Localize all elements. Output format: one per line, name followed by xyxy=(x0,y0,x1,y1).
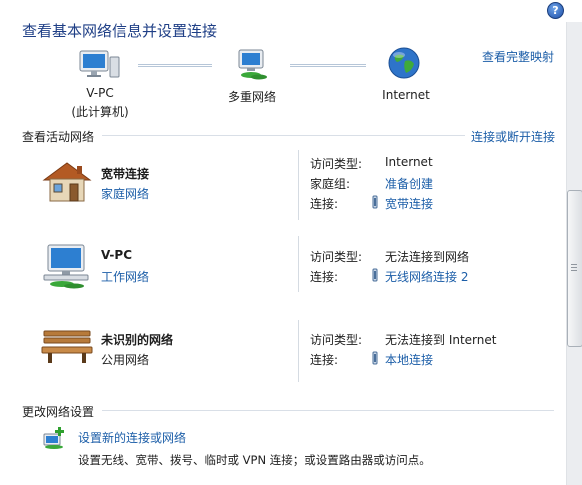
section-divider xyxy=(102,410,554,411)
connection-signal-icon xyxy=(370,268,380,285)
connection-link[interactable]: 宽带连接 xyxy=(385,195,433,212)
help-icon[interactable]: ? xyxy=(547,2,564,19)
homegroup-link[interactable]: 准备创建 xyxy=(385,175,433,192)
see-full-map-link[interactable]: 查看完整映射 xyxy=(482,48,554,65)
network-type-link[interactable]: 工作网络 xyxy=(101,268,149,285)
connection-signal-icon xyxy=(370,351,380,368)
network-type-label: 公用网络 xyxy=(101,353,150,367)
work-network-icon xyxy=(40,243,94,289)
access-type-value: 无法连接到 Internet xyxy=(385,333,497,347)
multiple-networks-icon[interactable] xyxy=(233,47,273,81)
connection-label: 连接: xyxy=(310,353,339,367)
connection-label: 连接: xyxy=(310,197,339,211)
section-divider xyxy=(102,135,465,136)
network-name: 宽带连接 xyxy=(101,167,150,181)
scrollbar-thumb[interactable] xyxy=(567,190,582,347)
connect-disconnect-link[interactable]: 连接或断开连接 xyxy=(471,128,555,145)
change-settings-header: 更改网络设置 xyxy=(22,405,95,419)
column-separator xyxy=(298,320,299,382)
map-internet-label: Internet xyxy=(382,88,430,102)
scrollbar-grip xyxy=(571,270,577,271)
globe-icon[interactable] xyxy=(387,46,421,80)
homegroup-label: 家庭组: xyxy=(310,177,351,191)
active-networks-header: 查看活动网络 xyxy=(22,130,95,144)
scrollbar-grip xyxy=(571,267,577,268)
access-type-label: 访问类型: xyxy=(310,157,363,171)
map-connector-2 xyxy=(290,64,366,67)
park-bench-icon xyxy=(40,325,94,365)
access-type-label: 访问类型: xyxy=(310,250,363,264)
access-type-value: 无法连接到网络 xyxy=(385,250,470,264)
network-name: 未识别的网络 xyxy=(101,333,174,347)
column-separator xyxy=(298,236,299,292)
connection-link[interactable]: 本地连接 xyxy=(385,351,433,368)
computer-icon xyxy=(78,47,122,81)
scrollbar-grip xyxy=(571,264,577,265)
house-icon xyxy=(40,160,94,204)
connection-link[interactable]: 无线网络连接 2 xyxy=(385,268,468,285)
setup-new-connection-description: 设置无线、宽带、拨号、临时或 VPN 连接；或设置路由器或访问点。 xyxy=(78,453,431,467)
map-multiple-networks-label: 多重网络 xyxy=(227,90,276,104)
map-connector-1 xyxy=(138,64,212,67)
access-type-value: Internet xyxy=(385,155,433,169)
connection-label: 连接: xyxy=(310,270,339,284)
new-connection-icon xyxy=(42,426,66,450)
connection-signal-icon xyxy=(370,195,380,212)
setup-new-connection-link[interactable]: 设置新的连接或网络 xyxy=(78,429,186,446)
network-type-link[interactable]: 家庭网络 xyxy=(101,185,149,202)
page-title: 查看基本网络信息并设置连接 xyxy=(22,22,218,40)
column-separator xyxy=(298,150,299,220)
network-name: V-PC xyxy=(101,248,132,262)
map-computer-sublabel: (此计算机) xyxy=(71,105,129,119)
map-computer-label: V-PC xyxy=(86,86,114,100)
access-type-label: 访问类型: xyxy=(310,333,363,347)
